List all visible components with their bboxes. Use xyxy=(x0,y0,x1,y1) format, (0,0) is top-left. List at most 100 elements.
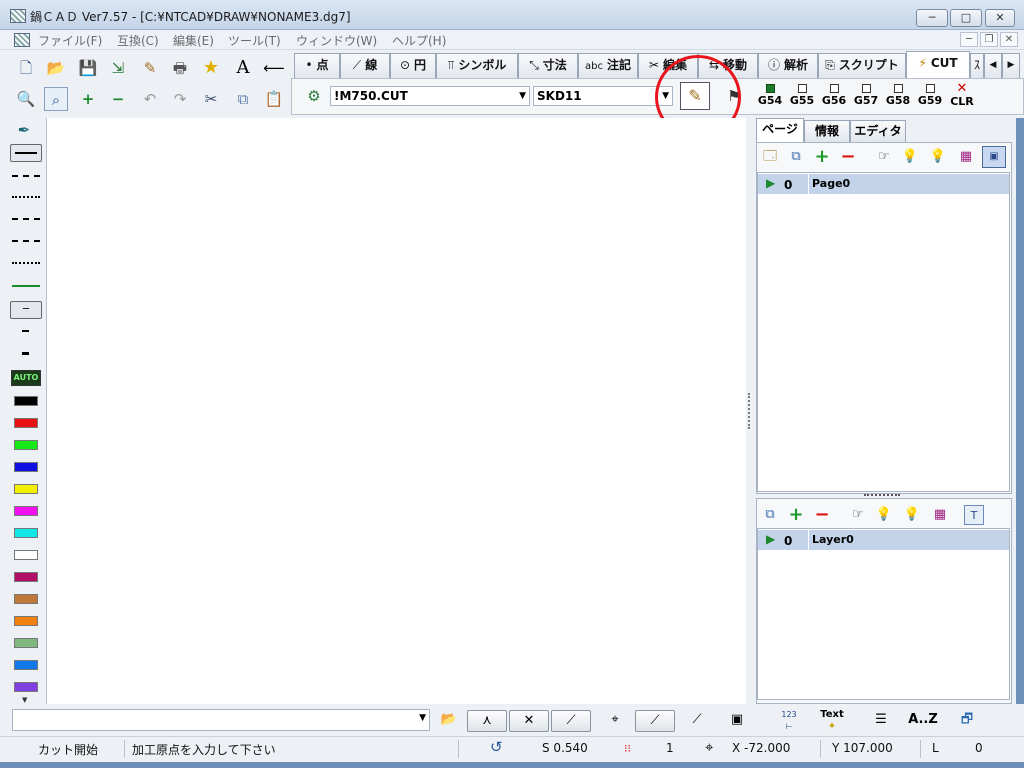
import-icon[interactable]: ⇲ xyxy=(106,56,130,80)
app-icon[interactable] xyxy=(10,9,26,23)
layer-show-all-icon[interactable]: 💡 xyxy=(874,505,894,525)
color-swatch[interactable] xyxy=(14,550,38,560)
page-add-icon[interactable]: + xyxy=(812,147,832,167)
line-style-dashed[interactable] xyxy=(12,175,40,177)
text-snap-icon[interactable]: Text ✦ xyxy=(818,709,846,732)
zoom-in-icon[interactable]: + xyxy=(76,87,100,111)
print-icon[interactable]: 🖶 xyxy=(168,56,192,80)
material-select[interactable]: SKD11 ▼ xyxy=(533,86,673,106)
wire-spool-icon[interactable]: ⚙ xyxy=(302,84,326,108)
page-remove-icon[interactable]: − xyxy=(838,147,858,167)
line-width-thick[interactable] xyxy=(22,352,29,355)
g54-button[interactable]: G54 xyxy=(755,84,785,107)
g57-button[interactable]: G57 xyxy=(851,84,881,107)
zoom-out-icon[interactable]: − xyxy=(106,87,130,111)
tab-analysis[interactable]: ⓘ 解析 xyxy=(758,53,818,78)
clear-button[interactable]: ✕ CLR xyxy=(947,82,977,108)
save-icon[interactable]: 💾 xyxy=(76,56,100,80)
close-button[interactable]: ✕ xyxy=(985,9,1015,27)
page-select-icon[interactable]: ☞ xyxy=(874,147,894,167)
page-color-icon[interactable]: ▦ xyxy=(956,147,976,167)
layer-select-icon[interactable]: ☞ xyxy=(848,505,868,525)
line-width-thin-button[interactable]: ─ xyxy=(10,301,42,319)
document-icon[interactable] xyxy=(14,33,30,47)
tab-circle[interactable]: ⊙ 円 xyxy=(390,53,436,78)
redo-icon[interactable]: ↷ xyxy=(168,87,192,111)
snap-grid-icon[interactable]: ▣ xyxy=(726,709,748,731)
maximize-button[interactable]: □ xyxy=(950,9,982,27)
number-input-icon[interactable]: 123 ⊢ xyxy=(778,709,800,731)
page-hide-all-icon[interactable]: 💡 xyxy=(928,147,948,167)
edit-tool-icon[interactable]: ✎ xyxy=(138,56,162,80)
layer-remove-icon[interactable]: − xyxy=(812,505,832,525)
snap-midpoint-button[interactable]: ⟋ xyxy=(635,710,675,732)
g56-button[interactable]: G56 xyxy=(819,84,849,107)
vertical-splitter[interactable] xyxy=(746,118,754,704)
list-item-layer[interactable]: ▶ 0 Layer0 xyxy=(758,530,1009,550)
page-properties-icon[interactable]: 🗔 xyxy=(760,147,780,167)
line-style-green[interactable] xyxy=(12,285,40,287)
mdi-close-button[interactable]: ✕ xyxy=(1000,32,1018,47)
snap-line-button[interactable]: ⟋ xyxy=(551,710,591,732)
g55-button[interactable]: G55 xyxy=(787,84,817,107)
line-style-solid-button[interactable] xyxy=(10,144,42,162)
layer-hide-all-icon[interactable]: 💡 xyxy=(902,505,922,525)
tab-cut[interactable]: ⚡ CUT xyxy=(906,51,970,78)
snap-endpoint-button[interactable]: ⋏ xyxy=(467,710,507,732)
page-copy-icon[interactable]: ⧉ xyxy=(786,147,806,167)
tab-scroll-left-button[interactable]: ◀ xyxy=(984,53,1002,78)
minimize-button[interactable]: ─ xyxy=(916,9,948,27)
color-swatch[interactable] xyxy=(14,418,38,428)
snap-free-icon[interactable]: ⟋ xyxy=(686,709,708,731)
line-style-dash-dot-dot[interactable] xyxy=(12,262,40,264)
tab-scroll-right-button[interactable]: ▶ xyxy=(1002,53,1020,78)
menu-window[interactable]: ウィンドウ(W) xyxy=(296,32,377,49)
color-swatch[interactable] xyxy=(14,396,38,406)
sort-button[interactable]: A..Z xyxy=(908,709,938,731)
color-swatch[interactable] xyxy=(14,594,38,604)
tab-line[interactable]: ⟋ 線 xyxy=(340,53,390,78)
copy-icon[interactable]: ⧉ xyxy=(231,87,255,111)
tab-dimension[interactable]: ⤡ 寸法 xyxy=(518,53,578,78)
menu-help[interactable]: ヘルプ(H) xyxy=(392,32,446,49)
align-icon[interactable]: ☰ xyxy=(870,709,892,731)
color-swatch[interactable] xyxy=(14,682,38,692)
mdi-minimize-button[interactable]: ─ xyxy=(960,32,978,47)
tab-info[interactable]: 情報 xyxy=(804,120,850,142)
mdi-restore-button[interactable]: ❐ xyxy=(980,32,998,47)
undo-icon[interactable]: ↶ xyxy=(138,87,162,111)
menu-file[interactable]: ファイル(F) xyxy=(38,32,102,49)
tab-point[interactable]: • 点 xyxy=(294,53,340,78)
color-swatch[interactable] xyxy=(14,506,38,516)
color-swatch[interactable] xyxy=(14,440,38,450)
drawing-canvas[interactable] xyxy=(46,118,746,704)
menu-tools[interactable]: ツール(T) xyxy=(228,32,281,49)
tab-editor[interactable]: エディタ xyxy=(850,120,906,142)
menu-edit[interactable]: 編集(E) xyxy=(173,32,214,49)
color-swatch[interactable] xyxy=(14,616,38,626)
grid-icon[interactable]: ⁝⁝ xyxy=(624,742,631,755)
layer-add-icon[interactable]: + xyxy=(786,505,806,525)
tab-overflow[interactable]: ｽ xyxy=(970,53,984,78)
color-swatch[interactable] xyxy=(14,638,38,648)
command-input[interactable]: ▼ xyxy=(12,709,430,731)
color-swatch[interactable] xyxy=(14,528,38,538)
layer-color-icon[interactable]: ▦ xyxy=(930,505,950,525)
page-number-toggle-icon[interactable]: ▣ xyxy=(982,146,1006,168)
zoom-window-icon[interactable]: 🔍 xyxy=(14,87,38,111)
line-style-dotted[interactable] xyxy=(12,196,40,198)
color-swatch[interactable] xyxy=(14,484,38,494)
cut-file-select[interactable]: !M750.CUT ▼ xyxy=(330,86,530,106)
open-folder-icon[interactable]: 📂 xyxy=(44,56,68,80)
layer-copy-icon[interactable]: ⧉ xyxy=(760,505,780,525)
rotate-icon[interactable]: ↺ xyxy=(490,738,503,756)
page-show-all-icon[interactable]: 💡 xyxy=(900,147,920,167)
line-width-medium[interactable] xyxy=(22,330,29,332)
pen-icon[interactable]: ✒ xyxy=(12,118,36,142)
tab-script[interactable]: ⎘ スクリプト xyxy=(818,53,906,78)
list-item-page[interactable]: ▶ 0 Page0 xyxy=(758,174,1009,194)
text-tool-icon[interactable]: A xyxy=(231,56,255,80)
back-arrow-icon[interactable]: ⟵ xyxy=(262,56,286,80)
line-style-dash-2[interactable] xyxy=(12,218,40,220)
cut-icon[interactable]: ✂ xyxy=(199,87,223,111)
